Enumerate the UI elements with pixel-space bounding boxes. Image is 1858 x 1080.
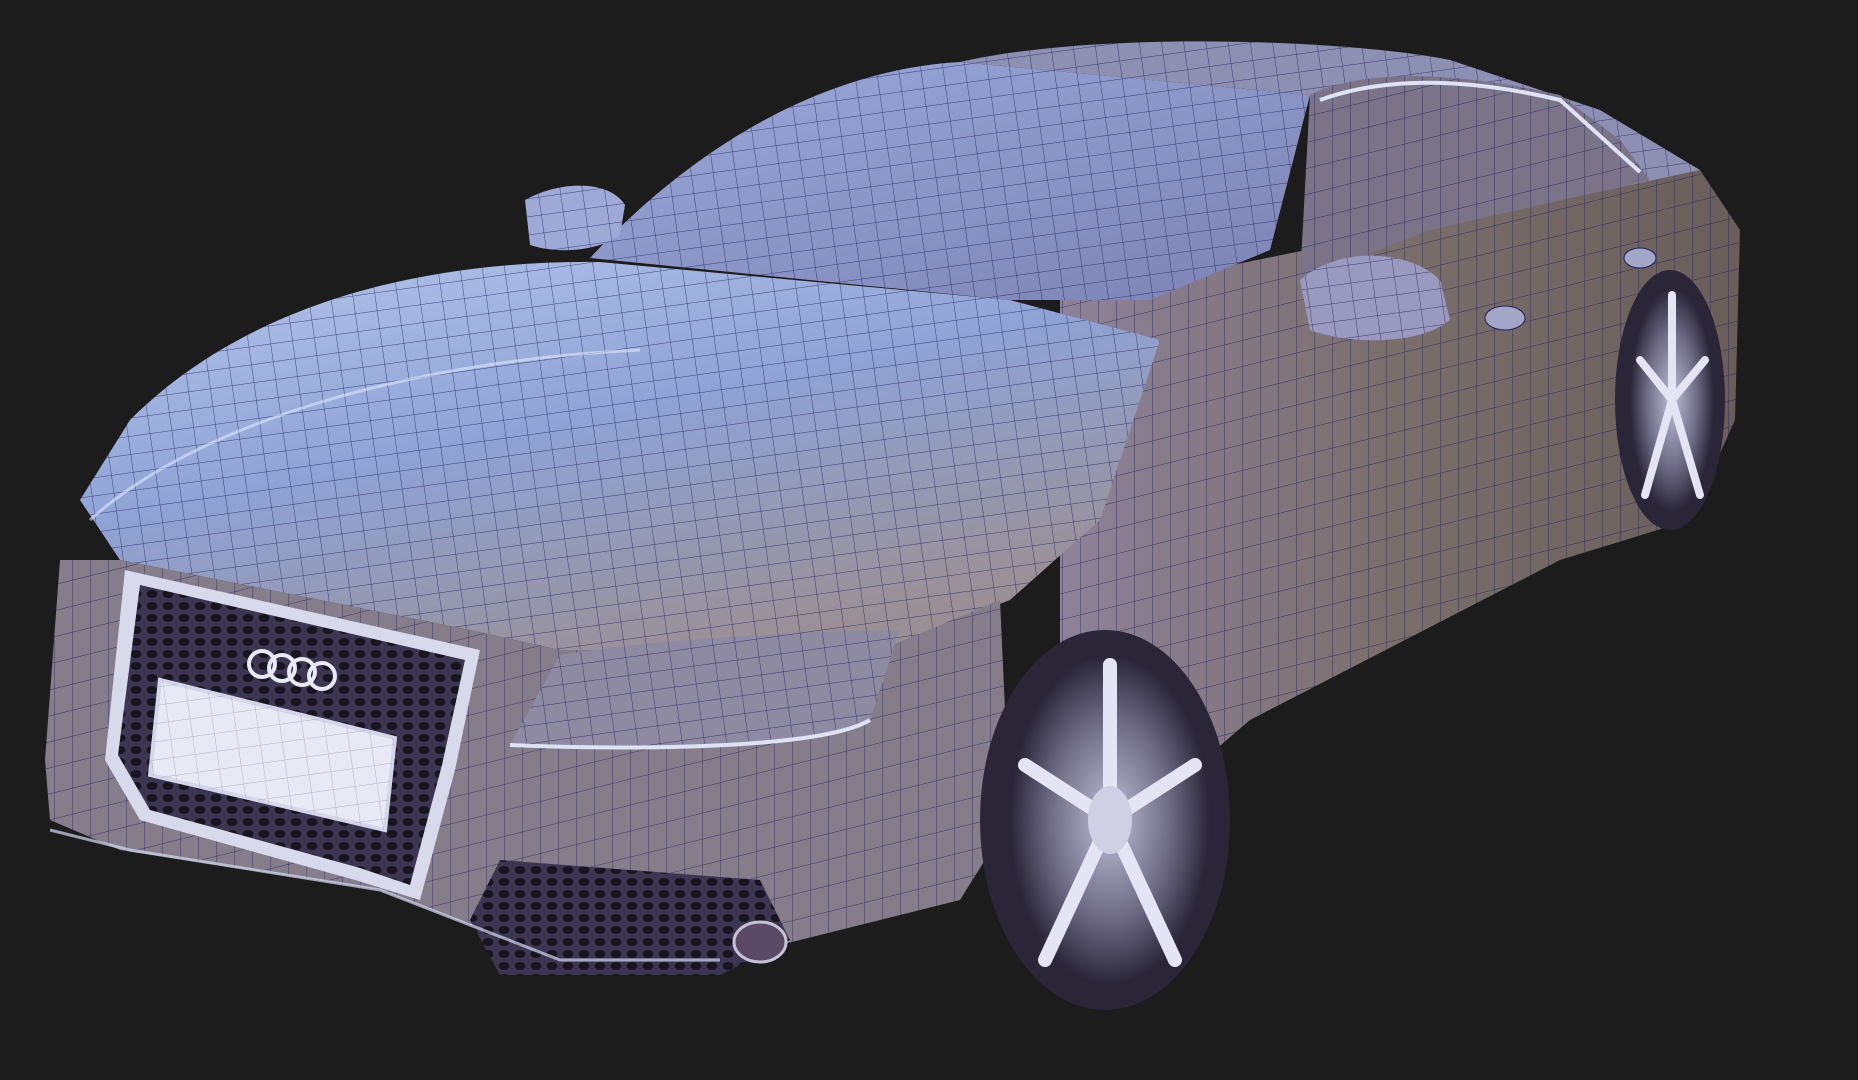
fog-light (732, 920, 788, 964)
rear-wheel[interactable] (1615, 270, 1725, 530)
car-model-render (45, 41, 1740, 1010)
3d-viewport[interactable] (0, 0, 1858, 1080)
front-wheel[interactable] (980, 630, 1230, 1010)
left-side-mirror (525, 185, 625, 251)
